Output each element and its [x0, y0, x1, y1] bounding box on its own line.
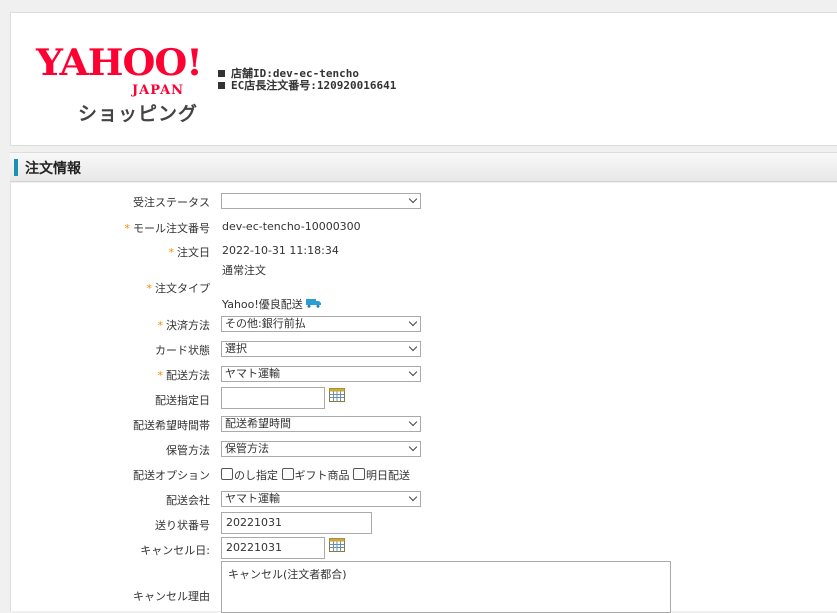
ship-time-label: 配送希望時間帯	[133, 419, 210, 432]
chevron-down-icon	[408, 417, 418, 427]
ship-date-input[interactable]	[221, 387, 325, 409]
section-header: 注文情報	[10, 152, 837, 182]
ship-method-label: * 配送方法	[158, 367, 211, 383]
chevron-down-icon	[408, 317, 418, 327]
ship-company-select[interactable]: ヤマト運輸	[221, 491, 421, 507]
required-mark: *	[168, 246, 175, 259]
noshi-label: のし指定	[234, 469, 278, 482]
noshi-checkbox[interactable]	[221, 468, 233, 480]
chevron-down-icon	[408, 492, 418, 502]
payment-select[interactable]: その他:銀行前払	[221, 316, 421, 332]
order-status-select[interactable]	[221, 193, 421, 209]
ship-options-group: のし指定 ギフト商品 明日配送	[221, 467, 410, 483]
square-bullet-icon	[218, 82, 225, 89]
order-type-line2-text: Yahoo!優良配送	[222, 298, 303, 311]
cancel-reason-textarea[interactable]: キャンセル(注文者都合)	[221, 561, 671, 613]
ship-options-label: 配送オプション	[133, 469, 210, 482]
storage-select[interactable]: 保管方法	[221, 441, 421, 457]
order-type-line2: Yahoo!優良配送	[222, 296, 322, 312]
logo-shopping: ショッピング	[78, 103, 199, 125]
ship-method-label-text: 配送方法	[166, 369, 210, 382]
tracking-no-label: 送り状番号	[155, 519, 210, 532]
mall-order-no-label-text: モール注文番号	[133, 222, 210, 235]
yahoo-shopping-logo: YAHOO! JAPAN ショッピング	[36, 45, 206, 127]
header: YAHOO! JAPAN ショッピング 店舗ID:dev-ec-tencho E…	[10, 12, 837, 146]
logo-yahoo: YAHOO!	[36, 42, 203, 84]
nextday-label: 明日配送	[366, 469, 410, 482]
card-status-label: カード状態	[155, 344, 210, 357]
chevron-down-icon	[408, 194, 418, 204]
ship-method-select[interactable]: ヤマト運輸	[221, 366, 421, 382]
ec-order-number: EC店長注文番号:120920016641	[231, 79, 397, 92]
card-status-select[interactable]: 選択	[221, 341, 421, 357]
mall-order-no-label: * モール注文番号	[125, 220, 211, 236]
square-bullet-icon	[218, 70, 225, 77]
payment-value: その他:銀行前払	[225, 317, 306, 330]
ship-time-value: 配送希望時間	[225, 417, 291, 430]
ship-time-select[interactable]: 配送希望時間	[221, 416, 421, 432]
chevron-down-icon	[408, 442, 418, 452]
order-type-label: * 注文タイプ	[147, 280, 211, 296]
calendar-icon[interactable]	[329, 388, 345, 402]
cancel-date-input[interactable]: 20221031	[221, 537, 325, 559]
storage-label: 保管方法	[166, 444, 210, 457]
order-date-label: * 注文日	[169, 244, 211, 260]
section-accent	[14, 159, 18, 176]
chevron-down-icon	[408, 367, 418, 377]
required-mark: *	[146, 282, 153, 295]
ship-company-label: 配送会社	[166, 494, 210, 507]
cancel-reason-label: キャンセル理由	[133, 590, 210, 603]
payment-label: * 決済方法	[158, 317, 211, 333]
chevron-down-icon	[408, 342, 418, 352]
order-date-label-text: 注文日	[177, 246, 210, 259]
order-status-label: 受注ステータス	[133, 196, 210, 209]
calendar-icon[interactable]	[329, 538, 345, 552]
gift-label: ギフト商品	[294, 469, 350, 482]
card-status-value: 選択	[225, 342, 247, 355]
mall-order-no-value: dev-ec-tencho-10000300	[222, 220, 361, 233]
section-title: 注文情報	[25, 161, 81, 177]
delivery-truck-icon	[305, 298, 322, 308]
order-date-value: 2022-10-31 11:18:34	[222, 244, 339, 257]
gift-checkbox[interactable]	[281, 468, 294, 480]
tracking-no-input[interactable]: 20221031	[221, 512, 372, 534]
order-type-label-text: 注文タイプ	[155, 282, 210, 295]
ship-company-value: ヤマト運輸	[225, 492, 280, 505]
storage-value: 保管方法	[225, 442, 269, 455]
logo-japan: JAPAN	[132, 83, 185, 98]
payment-label-text: 決済方法	[166, 319, 210, 332]
order-info-form: 受注ステータス * モール注文番号 dev-ec-tencho-10000300 …	[10, 183, 837, 613]
order-type-line1: 通常注文	[222, 264, 266, 277]
required-mark: *	[124, 222, 131, 235]
required-mark: *	[157, 369, 164, 382]
nextday-checkbox[interactable]	[353, 468, 365, 480]
cancel-date-label: キャンセル日:	[140, 544, 210, 557]
required-mark: *	[157, 319, 164, 332]
ship-method-value: ヤマト運輸	[225, 367, 280, 380]
ship-date-label: 配送指定日	[155, 394, 210, 407]
store-info: 店舗ID:dev-ec-tencho EC店長注文番号:120920016641	[218, 68, 396, 92]
